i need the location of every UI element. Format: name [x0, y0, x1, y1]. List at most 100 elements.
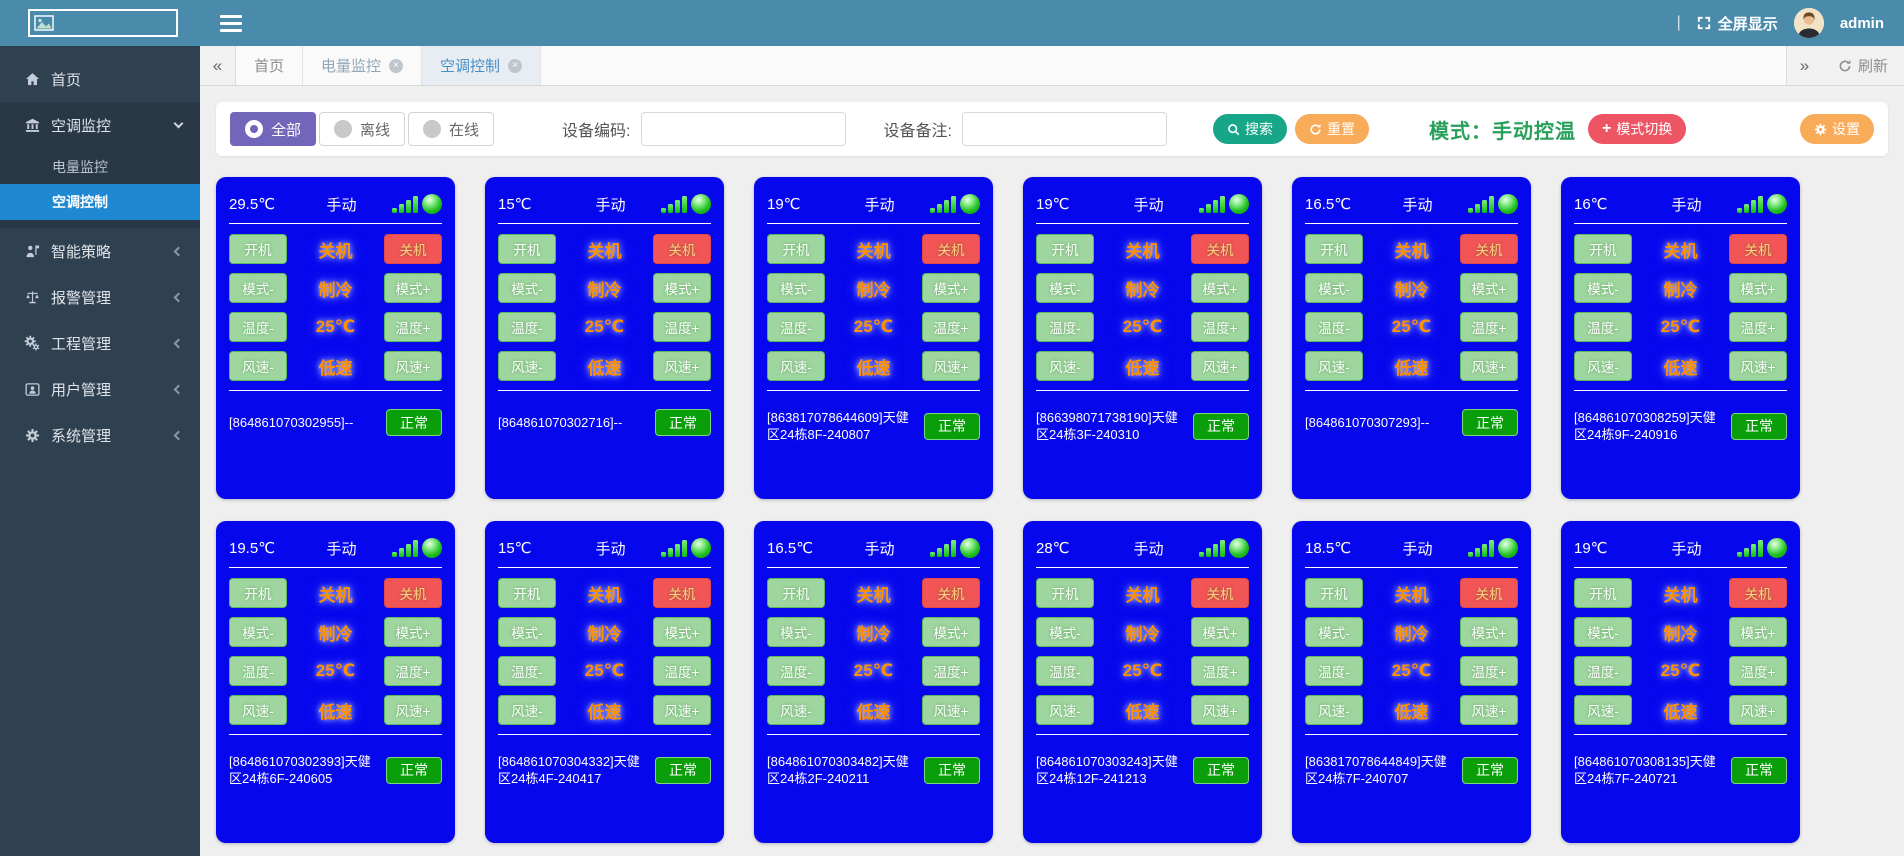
temp-plus-button[interactable]: 温度+ [384, 656, 442, 686]
fan-minus-button[interactable]: 风速- [1574, 351, 1632, 381]
power-on-button[interactable]: 开机 [229, 234, 287, 264]
power-on-button[interactable]: 开机 [1305, 234, 1363, 264]
tabs-scroll-left-button[interactable]: « [200, 46, 236, 85]
fan-minus-button[interactable]: 风速- [1305, 351, 1363, 381]
fan-plus-button[interactable]: 风速+ [1460, 351, 1518, 381]
sidebar-item-user-management[interactable]: 用户管理 [0, 366, 200, 412]
device-code-input[interactable] [641, 112, 846, 146]
tab-power-monitoring[interactable]: 电量监控 × [303, 46, 422, 85]
sidebar-subitem-power-monitoring[interactable]: 电量监控 [0, 150, 200, 184]
fan-plus-button[interactable]: 风速+ [922, 351, 980, 381]
status-normal-button[interactable]: 正常 [1193, 757, 1249, 784]
filter-option-online[interactable]: 在线 [408, 112, 494, 146]
mode-plus-button[interactable]: 模式+ [922, 273, 980, 303]
fan-minus-button[interactable]: 风速- [1574, 695, 1632, 725]
fullscreen-button[interactable]: 全屏显示 [1697, 13, 1778, 34]
fan-minus-button[interactable]: 风速- [767, 695, 825, 725]
status-normal-button[interactable]: 正常 [1731, 757, 1787, 784]
mode-minus-button[interactable]: 模式- [1574, 617, 1632, 647]
close-icon[interactable]: × [389, 59, 403, 73]
mode-plus-button[interactable]: 模式+ [653, 273, 711, 303]
temp-plus-button[interactable]: 温度+ [1729, 656, 1787, 686]
filter-option-offline[interactable]: 离线 [319, 112, 405, 146]
temp-plus-button[interactable]: 温度+ [653, 656, 711, 686]
sidebar-item-ac-monitoring[interactable]: 空调监控 [0, 102, 200, 148]
mode-plus-button[interactable]: 模式+ [1191, 617, 1249, 647]
mode-minus-button[interactable]: 模式- [229, 273, 287, 303]
power-on-button[interactable]: 开机 [229, 578, 287, 608]
fan-plus-button[interactable]: 风速+ [384, 351, 442, 381]
status-normal-button[interactable]: 正常 [1193, 413, 1249, 440]
temp-plus-button[interactable]: 温度+ [1191, 312, 1249, 342]
power-off-button[interactable]: 关机 [1191, 234, 1249, 264]
username[interactable]: admin [1840, 15, 1884, 32]
power-off-button[interactable]: 关机 [922, 234, 980, 264]
tab-home[interactable]: 首页 [236, 46, 303, 85]
status-normal-button[interactable]: 正常 [1731, 413, 1787, 440]
power-on-button[interactable]: 开机 [1036, 234, 1094, 264]
avatar[interactable] [1794, 8, 1824, 38]
mode-plus-button[interactable]: 模式+ [653, 617, 711, 647]
mode-minus-button[interactable]: 模式- [498, 617, 556, 647]
temp-plus-button[interactable]: 温度+ [922, 656, 980, 686]
temp-minus-button[interactable]: 温度- [229, 312, 287, 342]
fan-plus-button[interactable]: 风速+ [1460, 695, 1518, 725]
temp-minus-button[interactable]: 温度- [1305, 656, 1363, 686]
fan-minus-button[interactable]: 风速- [229, 695, 287, 725]
reset-button[interactable]: 重置 [1295, 114, 1369, 144]
fan-plus-button[interactable]: 风速+ [384, 695, 442, 725]
mode-plus-button[interactable]: 模式+ [1191, 273, 1249, 303]
fan-plus-button[interactable]: 风速+ [1729, 695, 1787, 725]
sidebar-subitem-ac-control[interactable]: 空调控制 [0, 184, 200, 220]
power-off-button[interactable]: 关机 [1729, 578, 1787, 608]
sidebar-item-smart-strategy[interactable]: 智能策略 [0, 228, 200, 274]
status-normal-button[interactable]: 正常 [924, 413, 980, 440]
status-normal-button[interactable]: 正常 [655, 757, 711, 784]
sidebar-item-engineering-management[interactable]: 工程管理 [0, 320, 200, 366]
power-on-button[interactable]: 开机 [767, 234, 825, 264]
temp-minus-button[interactable]: 温度- [229, 656, 287, 686]
temp-minus-button[interactable]: 温度- [1036, 312, 1094, 342]
mode-minus-button[interactable]: 模式- [767, 273, 825, 303]
mode-plus-button[interactable]: 模式+ [1460, 273, 1518, 303]
temp-minus-button[interactable]: 温度- [1574, 312, 1632, 342]
mode-plus-button[interactable]: 模式+ [384, 617, 442, 647]
mode-switch-button[interactable]: + 模式切换 [1588, 114, 1686, 144]
device-note-input[interactable] [962, 112, 1167, 146]
sidebar-item-system-management[interactable]: 系统管理 [0, 412, 200, 458]
power-on-button[interactable]: 开机 [498, 234, 556, 264]
fan-minus-button[interactable]: 风速- [1305, 695, 1363, 725]
fan-minus-button[interactable]: 风速- [1036, 351, 1094, 381]
power-on-button[interactable]: 开机 [1574, 234, 1632, 264]
power-off-button[interactable]: 关机 [922, 578, 980, 608]
settings-button[interactable]: 设置 [1800, 114, 1874, 144]
hamburger-menu-icon[interactable] [220, 15, 242, 32]
mode-minus-button[interactable]: 模式- [1574, 273, 1632, 303]
sidebar-item-home[interactable]: 首页 [0, 56, 200, 102]
power-off-button[interactable]: 关机 [1460, 578, 1518, 608]
power-off-button[interactable]: 关机 [384, 234, 442, 264]
power-off-button[interactable]: 关机 [653, 578, 711, 608]
power-on-button[interactable]: 开机 [1574, 578, 1632, 608]
status-normal-button[interactable]: 正常 [655, 409, 711, 436]
status-normal-button[interactable]: 正常 [386, 757, 442, 784]
power-off-button[interactable]: 关机 [384, 578, 442, 608]
power-on-button[interactable]: 开机 [1036, 578, 1094, 608]
mode-minus-button[interactable]: 模式- [1305, 273, 1363, 303]
mode-minus-button[interactable]: 模式- [1305, 617, 1363, 647]
mode-plus-button[interactable]: 模式+ [1729, 273, 1787, 303]
fan-plus-button[interactable]: 风速+ [922, 695, 980, 725]
mode-minus-button[interactable]: 模式- [767, 617, 825, 647]
temp-plus-button[interactable]: 温度+ [384, 312, 442, 342]
fan-plus-button[interactable]: 风速+ [1729, 351, 1787, 381]
temp-plus-button[interactable]: 温度+ [1460, 656, 1518, 686]
temp-plus-button[interactable]: 温度+ [922, 312, 980, 342]
fan-plus-button[interactable]: 风速+ [1191, 695, 1249, 725]
power-on-button[interactable]: 开机 [767, 578, 825, 608]
temp-minus-button[interactable]: 温度- [767, 312, 825, 342]
temp-minus-button[interactable]: 温度- [1036, 656, 1094, 686]
power-on-button[interactable]: 开机 [1305, 578, 1363, 608]
mode-plus-button[interactable]: 模式+ [1460, 617, 1518, 647]
status-normal-button[interactable]: 正常 [1462, 409, 1518, 436]
fan-minus-button[interactable]: 风速- [498, 351, 556, 381]
